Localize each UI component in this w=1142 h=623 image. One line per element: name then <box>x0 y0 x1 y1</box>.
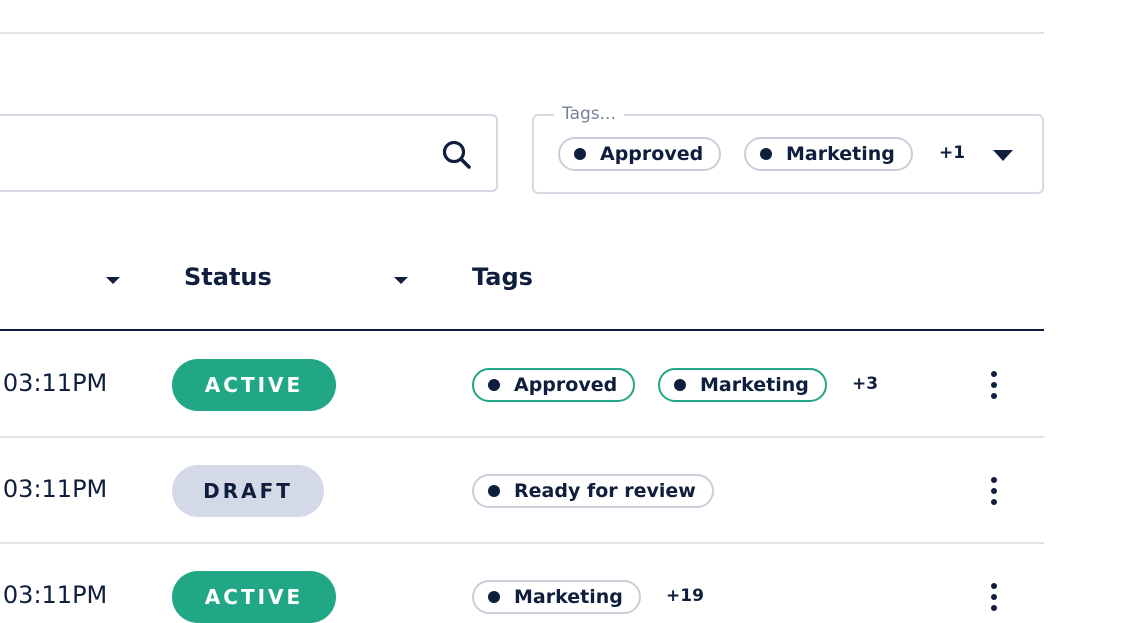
top-divider <box>0 32 1044 34</box>
tag-chip: Ready for review <box>472 474 714 508</box>
tag-dot-icon <box>488 591 500 603</box>
status-badge: ACTIVE <box>172 571 336 623</box>
tags-filter[interactable]: Tags... Approved Marketing +1 <box>532 104 1044 194</box>
search-icon[interactable] <box>440 138 474 172</box>
tags-more-count: +19 <box>666 586 704 606</box>
chevron-down-icon[interactable] <box>993 150 1013 161</box>
tag-chip-label: Approved <box>514 374 618 396</box>
sort-caret-icon[interactable] <box>394 277 408 284</box>
tag-chip: Marketing <box>472 580 641 614</box>
row-date: 4 03:11PM <box>0 475 108 503</box>
tags-more-count: +1 <box>939 143 966 163</box>
tag-chip: Approved <box>472 368 636 402</box>
column-header-tags: Tags <box>472 263 533 291</box>
tag-chip-marketing[interactable]: Marketing <box>744 137 913 171</box>
row-actions-menu-icon[interactable] <box>988 371 1000 399</box>
column-header-status[interactable]: Status <box>184 263 272 291</box>
row-date: 4 03:11PM <box>0 369 108 397</box>
tag-dot-icon <box>674 379 686 391</box>
search-field[interactable] <box>0 114 498 192</box>
header-divider <box>0 329 1044 331</box>
row-actions-menu-icon[interactable] <box>988 477 1000 505</box>
tag-chip-label: Ready for review <box>514 480 696 502</box>
tag-chip: Marketing <box>658 368 827 402</box>
row-divider <box>0 436 1044 438</box>
tag-dot-icon <box>760 148 772 160</box>
status-badge: ACTIVE <box>172 359 336 411</box>
tags-more-count: +3 <box>852 374 879 394</box>
tags-filter-label: Tags... <box>554 104 624 124</box>
tag-dot-icon <box>488 379 500 391</box>
tag-chip-label: Marketing <box>786 143 895 165</box>
sort-caret-icon[interactable] <box>106 277 120 284</box>
search-input[interactable] <box>2 130 406 178</box>
row-divider <box>0 542 1044 544</box>
tag-chip-approved[interactable]: Approved <box>558 137 722 171</box>
tag-dot-icon <box>574 148 586 160</box>
row-date: 4 03:11PM <box>0 581 108 609</box>
tag-chip-label: Approved <box>600 143 704 165</box>
row-actions-menu-icon[interactable] <box>988 583 1000 611</box>
tag-chip-label: Marketing <box>700 374 809 396</box>
tag-dot-icon <box>488 485 500 497</box>
tag-chip-label: Marketing <box>514 586 623 608</box>
status-badge: DRAFT <box>172 465 324 517</box>
